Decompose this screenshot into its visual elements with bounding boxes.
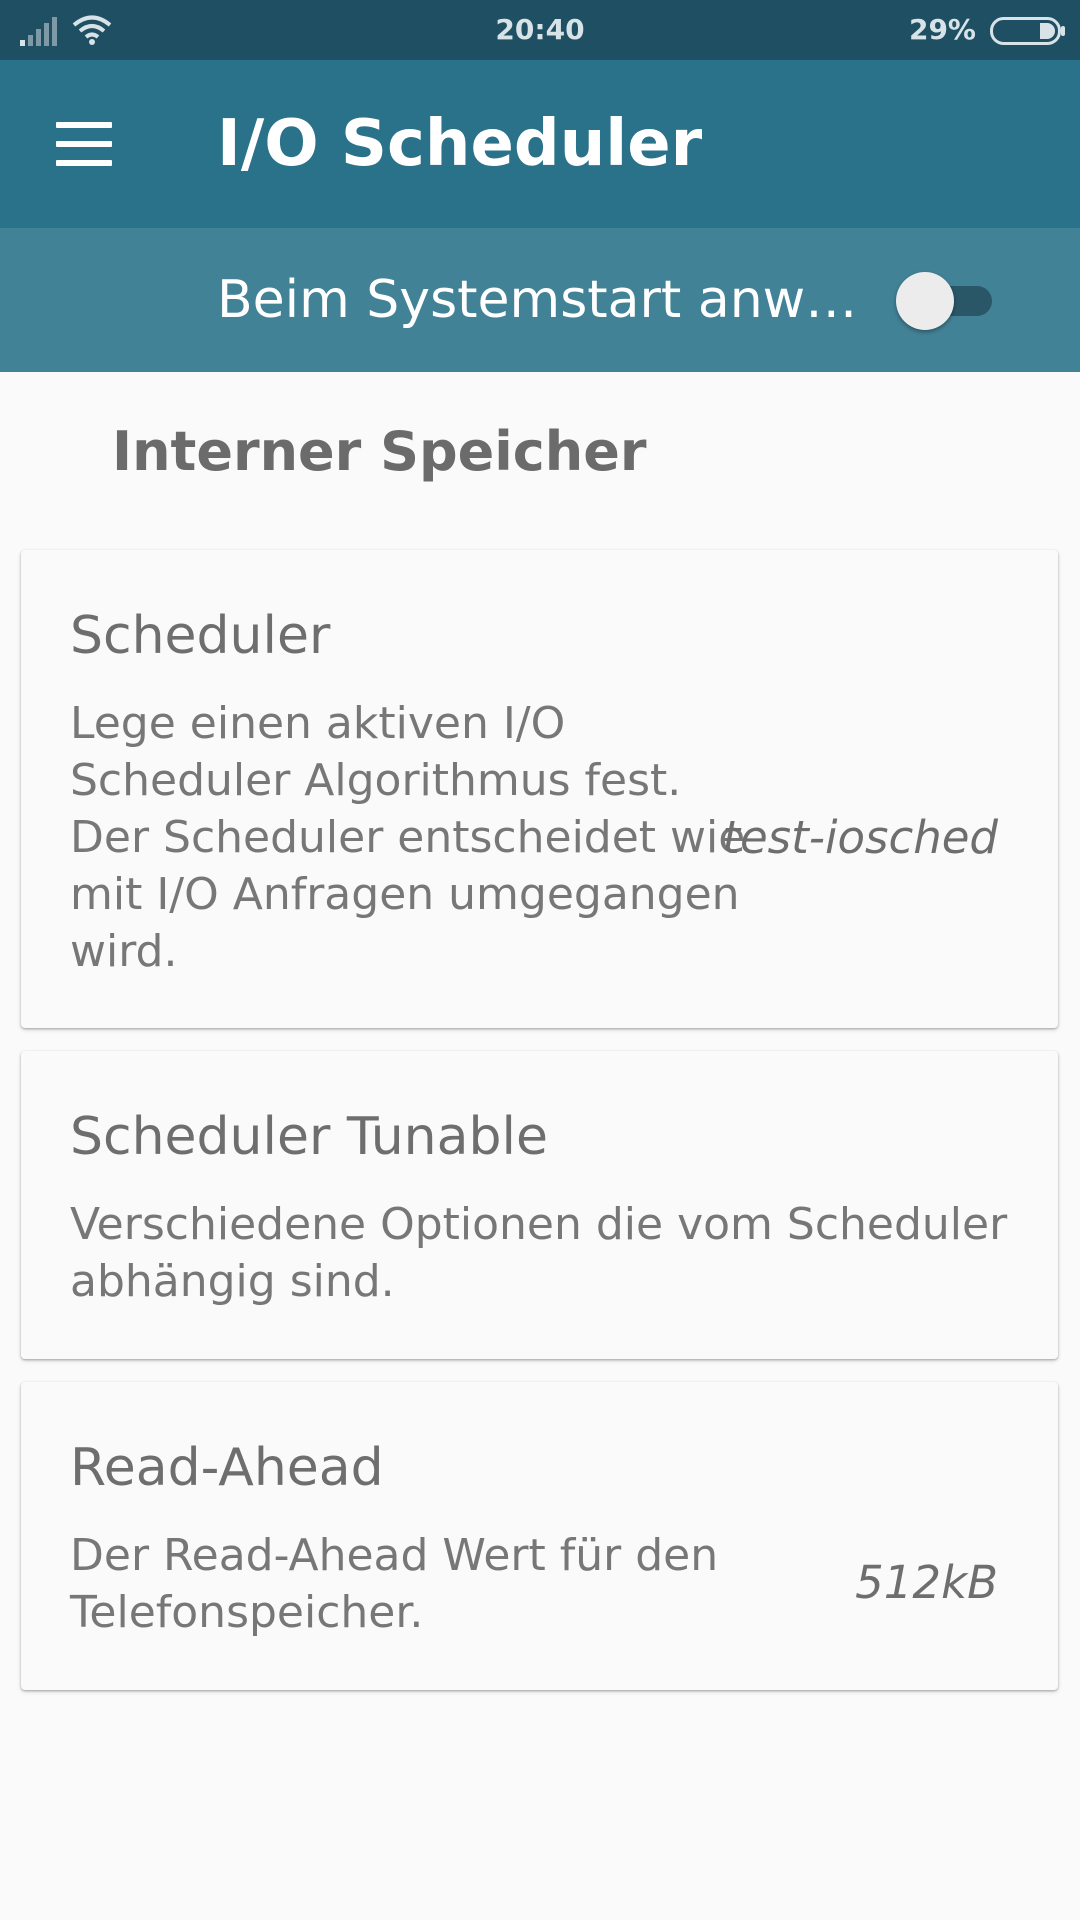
card-description: Der Read-Ahead Wert für den Telefonspeic…	[70, 1530, 719, 1638]
card-title: Scheduler Tunable	[70, 1107, 548, 1167]
scheduler-card[interactable]: Scheduler Lege einen aktiven I/O Schedul…	[21, 550, 1058, 1028]
scheduler-tunable-card[interactable]: Scheduler Tunable Verschiedene Optionen …	[21, 1051, 1058, 1359]
toolbar: I/O Scheduler	[0, 60, 1080, 228]
screen: 20:40 29% I/O Scheduler Beim Systemstart…	[0, 0, 1080, 1920]
battery-icon	[990, 16, 1066, 50]
card-title: Read-Ahead	[70, 1438, 384, 1498]
battery-percent: 29%	[908, 13, 976, 46]
card-description: Lege einen aktiven I/O Scheduler Algorit…	[70, 698, 746, 977]
card-description: Verschiedene Optionen die vom Scheduler …	[70, 1199, 1008, 1307]
apply-on-boot-switch[interactable]	[896, 270, 996, 330]
card-title: Scheduler	[70, 606, 331, 666]
page-title: I/O Scheduler	[217, 107, 703, 181]
scheduler-value: test-iosched	[722, 811, 998, 864]
status-bar: 20:40 29%	[0, 0, 1080, 60]
menu-icon[interactable]	[38, 104, 130, 184]
read-ahead-value: 512kB	[855, 1556, 998, 1609]
section-title: Interner Speicher	[112, 420, 647, 483]
read-ahead-card[interactable]: Read-Ahead Der Read-Ahead Wert für den T…	[21, 1382, 1058, 1690]
switch-thumb	[896, 272, 954, 330]
apply-on-boot-bar[interactable]: Beim Systemstart anwe…	[0, 228, 1080, 372]
apply-on-boot-label: Beim Systemstart anwe…	[217, 270, 877, 330]
